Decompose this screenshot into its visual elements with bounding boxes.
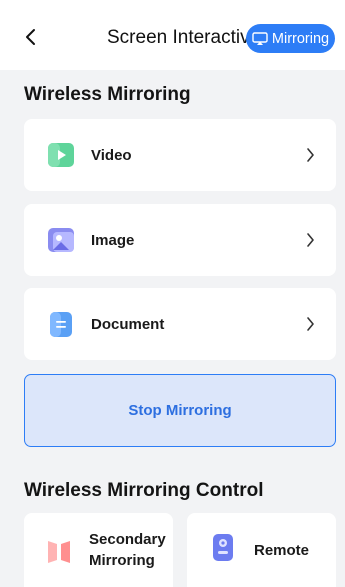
chevron-right-icon bbox=[307, 317, 314, 331]
remote-icon bbox=[213, 534, 233, 561]
secondary-mirroring-icon bbox=[48, 541, 70, 563]
image-icon bbox=[48, 228, 74, 252]
app-header: Screen Interactive Mirroring bbox=[0, 0, 345, 70]
secondary-mirroring-label: Secondary Mirroring bbox=[89, 531, 166, 569]
image-label: Image bbox=[91, 232, 135, 249]
video-item[interactable]: Video bbox=[24, 119, 336, 191]
secondary-mirroring-tile[interactable]: Secondary Mirroring bbox=[24, 513, 173, 587]
video-icon bbox=[48, 143, 74, 167]
remote-label: Remote bbox=[254, 542, 310, 559]
section-title-wireless-mirroring-control: Wireless Mirroring Control bbox=[24, 480, 264, 501]
section-title-wireless-mirroring: Wireless Mirroring bbox=[24, 84, 191, 105]
image-item[interactable]: Image bbox=[24, 204, 336, 276]
cast-icon bbox=[252, 31, 268, 45]
page-title: Screen Interactive bbox=[107, 27, 252, 48]
document-icon bbox=[50, 312, 72, 337]
back-arrow-icon[interactable] bbox=[22, 26, 40, 48]
mirroring-button[interactable]: Mirroring bbox=[246, 24, 335, 53]
stop-mirroring-button[interactable]: Stop Mirroring bbox=[24, 374, 336, 447]
document-label: Document bbox=[91, 316, 165, 333]
mirroring-button-label: Mirroring bbox=[271, 30, 330, 47]
document-item[interactable]: Document bbox=[24, 288, 336, 360]
chevron-right-icon bbox=[307, 233, 314, 247]
chevron-right-icon bbox=[307, 148, 314, 162]
video-label: Video bbox=[91, 147, 132, 164]
remote-tile[interactable]: Remote bbox=[187, 513, 336, 587]
